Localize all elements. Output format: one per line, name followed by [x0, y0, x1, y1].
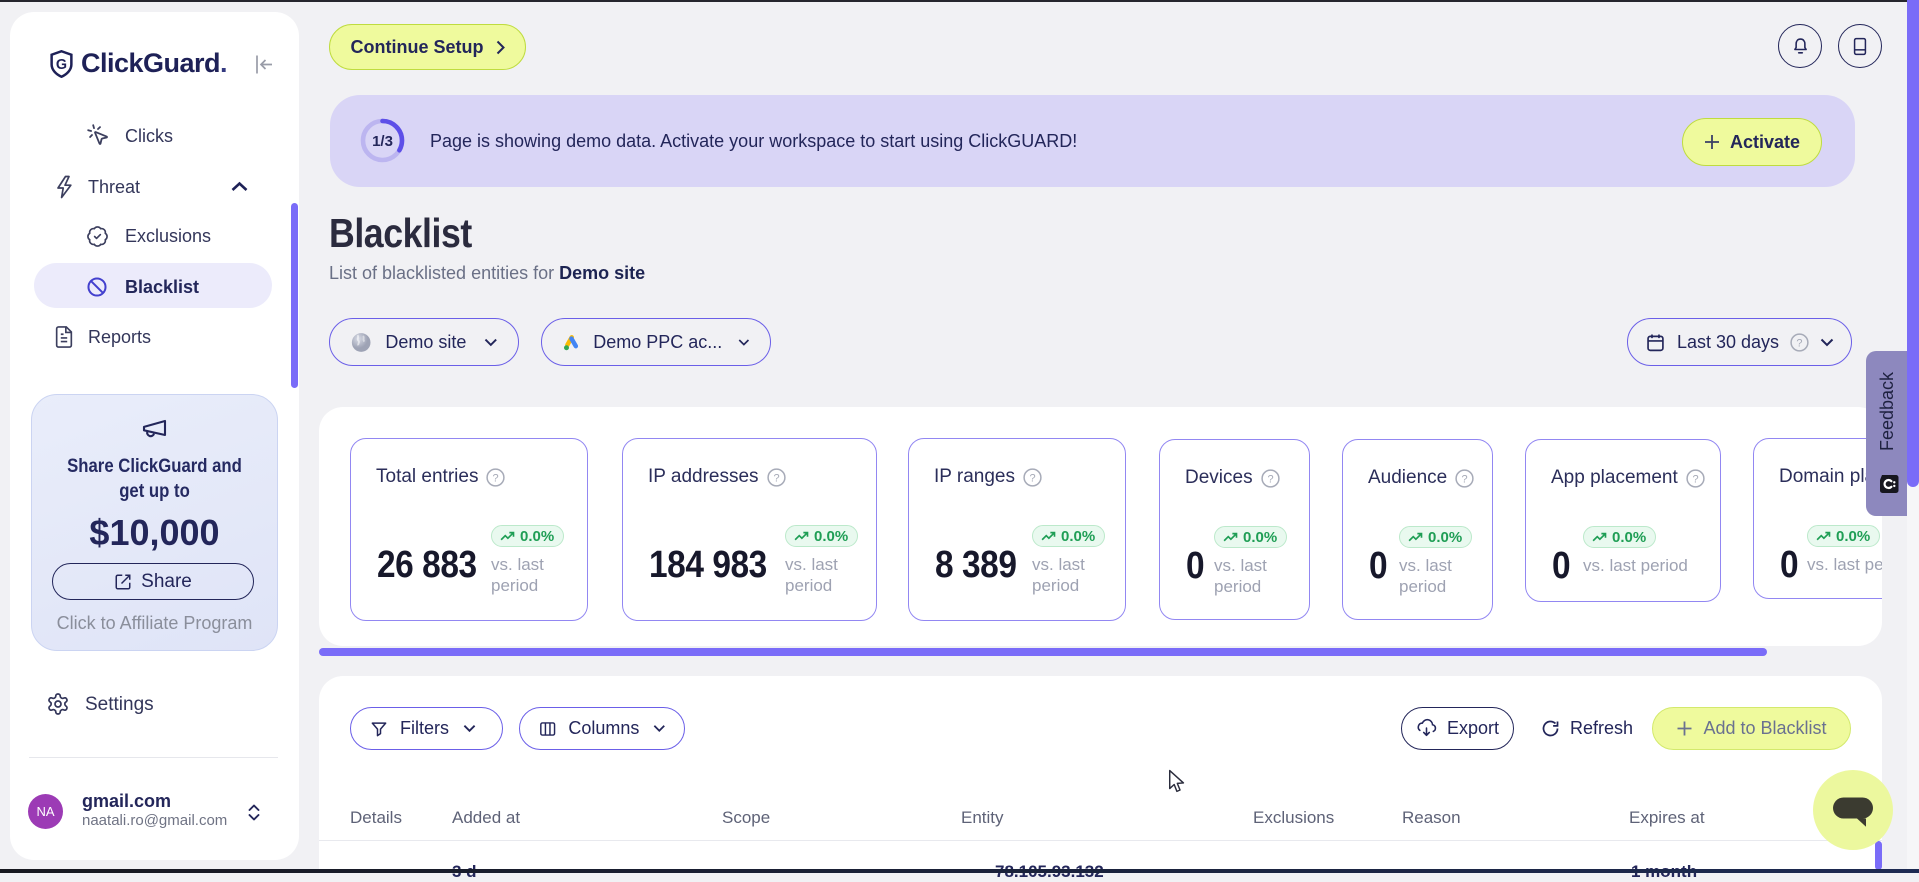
svg-text:?: ? [773, 472, 779, 484]
svg-text:?: ? [1796, 337, 1802, 349]
svg-text:?: ? [1029, 472, 1035, 484]
svg-text:?: ? [1267, 473, 1273, 485]
svg-text:?: ? [1692, 473, 1698, 485]
svg-text:G: G [56, 57, 67, 73]
svg-text:?: ? [1462, 473, 1468, 485]
svg-text:1/3: 1/3 [372, 133, 393, 150]
svg-text:?: ? [493, 472, 499, 484]
